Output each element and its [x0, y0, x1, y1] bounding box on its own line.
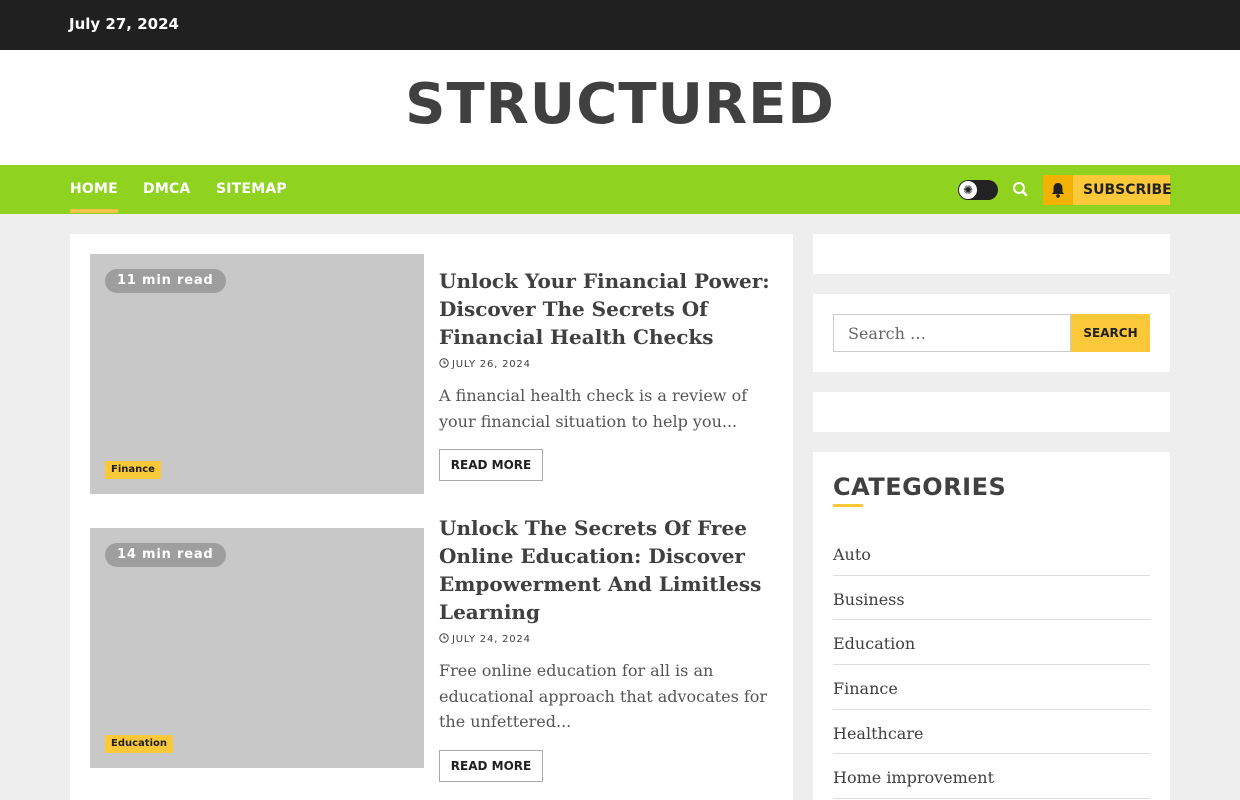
category-item[interactable]: Finance	[833, 665, 1150, 710]
nav-item-dmca[interactable]: DMCA	[143, 181, 190, 197]
post-excerpt: Free online education for all is an educ…	[439, 661, 768, 731]
category-item[interactable]: Business	[833, 576, 1150, 621]
category-item[interactable]: Home improvement	[833, 754, 1150, 800]
sidebar-widget-empty	[813, 234, 1170, 274]
clock-icon	[439, 358, 449, 368]
dark-mode-toggle[interactable]: ✺	[958, 180, 998, 200]
post-title[interactable]: Unlock Your Financial Power: Discover Th…	[439, 267, 773, 351]
post-date: July 26, 2024	[439, 358, 531, 370]
post-date-text: July 24, 2024	[452, 634, 531, 645]
category-list: Auto Business Education Finance Healthca…	[833, 531, 1150, 800]
categories-title: Categories	[833, 473, 1007, 501]
top-bar: July 27, 2024	[0, 0, 1240, 50]
category-item[interactable]: Education	[833, 620, 1150, 666]
category-tag[interactable]: Finance	[105, 461, 161, 479]
category-tag[interactable]: Education	[105, 735, 173, 753]
sun-icon: ✺	[959, 181, 977, 199]
search-input[interactable]	[833, 314, 1071, 352]
read-time-badge: 11 min read	[105, 269, 226, 293]
subscribe-button[interactable]: Subscribe	[1043, 175, 1172, 205]
post-thumbnail[interactable]: 14 min read Education	[90, 528, 424, 768]
post-date: July 24, 2024	[439, 633, 531, 645]
bell-icon	[1043, 175, 1073, 205]
nav-item-sitemap[interactable]: Sitemap	[216, 181, 287, 197]
current-date: July 27, 2024	[69, 15, 179, 33]
post-title[interactable]: Unlock The Secrets Of Free Online Educat…	[439, 514, 773, 626]
read-time-badge: 14 min read	[105, 543, 226, 567]
post-date-text: July 26, 2024	[452, 359, 531, 370]
masthead: STRUCTURED	[0, 50, 1240, 165]
category-item[interactable]: Healthcare	[833, 710, 1150, 755]
read-more-button[interactable]: Read More	[439, 750, 543, 782]
sidebar-widget-empty	[813, 392, 1170, 432]
post-excerpt: A financial health check is a review of …	[439, 386, 748, 431]
nav-item-home[interactable]: Home	[70, 181, 118, 213]
title-underline	[833, 504, 863, 507]
search-icon[interactable]	[1010, 178, 1032, 200]
category-item[interactable]: Auto	[833, 531, 1150, 576]
clock-icon	[439, 633, 449, 643]
post-thumbnail[interactable]: 11 min read Finance	[90, 254, 424, 494]
subscribe-label: Subscribe	[1083, 182, 1172, 198]
site-title[interactable]: STRUCTURED	[0, 72, 1240, 137]
search-button[interactable]: Search	[1071, 314, 1150, 352]
read-more-button[interactable]: Read More	[439, 449, 543, 481]
